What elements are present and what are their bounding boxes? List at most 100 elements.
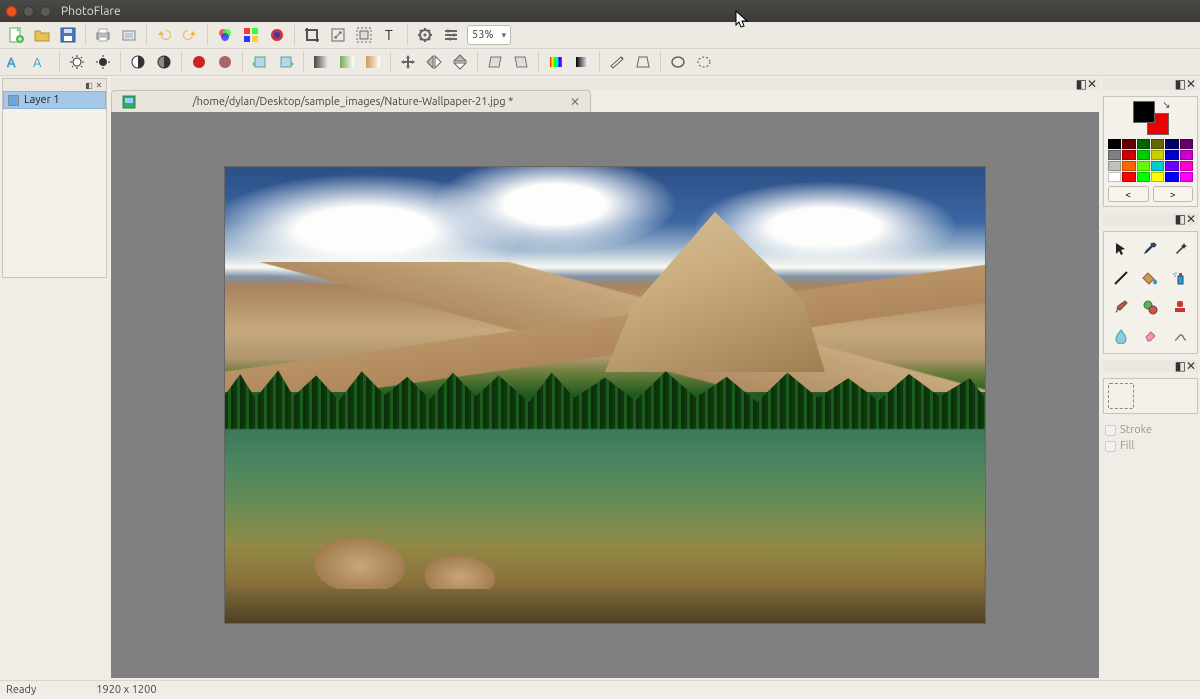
palette-prev-button[interactable]: < <box>1108 186 1149 202</box>
text-fill-button[interactable]: A <box>30 51 54 73</box>
save-file-button[interactable] <box>56 24 80 46</box>
wand-tool[interactable] <box>1167 236 1193 262</box>
stamp-tool[interactable] <box>1167 294 1193 320</box>
ellipse-dashed-button[interactable] <box>692 51 716 73</box>
palette-swatch[interactable] <box>1165 139 1178 149</box>
swap-colors-icon[interactable]: ↘ <box>1162 99 1170 111</box>
palette-swatch[interactable] <box>1165 172 1178 182</box>
blur-tool[interactable] <box>1108 323 1134 349</box>
palette-swatch[interactable] <box>1137 161 1150 171</box>
palette-swatch[interactable] <box>1137 139 1150 149</box>
palette-swatch[interactable] <box>1180 139 1193 149</box>
pointer-tool[interactable] <box>1108 236 1134 262</box>
saturation-up-button[interactable] <box>187 51 211 73</box>
palette-swatch[interactable] <box>1180 150 1193 160</box>
crop-button[interactable] <box>300 24 324 46</box>
zoom-level-combo[interactable]: 53% ▾ <box>467 25 511 45</box>
flip-h-button[interactable] <box>422 51 446 73</box>
window-maximize-button[interactable] <box>40 6 51 17</box>
palette-swatch[interactable] <box>1151 172 1164 182</box>
stroke-checkbox[interactable]: Stroke <box>1105 424 1196 436</box>
palette-swatch[interactable] <box>1165 150 1178 160</box>
perspective-button[interactable] <box>631 51 655 73</box>
palette-swatch[interactable] <box>1165 161 1178 171</box>
brightness-up-button[interactable] <box>65 51 89 73</box>
rotate-right-button[interactable] <box>274 51 298 73</box>
palette-swatch[interactable] <box>1122 150 1135 160</box>
selection-undock-icon[interactable]: ◧ <box>1175 359 1186 373</box>
deskew-button[interactable] <box>605 51 629 73</box>
grayscale-button[interactable] <box>570 51 594 73</box>
bucket-tool[interactable] <box>1137 265 1163 291</box>
skew-left-button[interactable] <box>483 51 507 73</box>
panel-close-icon[interactable]: ✕ <box>94 80 104 90</box>
text-outline-button[interactable]: A <box>4 51 28 73</box>
canvas-close-icon[interactable]: ✕ <box>1087 77 1097 91</box>
clone-tool[interactable] <box>1137 294 1163 320</box>
palette-swatch[interactable] <box>1122 172 1135 182</box>
gradient1-button[interactable] <box>309 51 333 73</box>
contrast-down-button[interactable] <box>152 51 176 73</box>
hue-button[interactable] <box>544 51 568 73</box>
layer-item[interactable]: Layer 1 <box>3 91 106 109</box>
rgb-channels-button[interactable] <box>213 24 237 46</box>
skew-right-button[interactable] <box>509 51 533 73</box>
flip-v-button[interactable] <box>448 51 472 73</box>
fill-checkbox[interactable]: Fill <box>1105 440 1196 452</box>
redo-button[interactable] <box>178 24 202 46</box>
eraser-tool[interactable] <box>1137 323 1163 349</box>
move-tool-button[interactable] <box>396 51 420 73</box>
brush-tool[interactable] <box>1108 294 1134 320</box>
brightness-down-button[interactable] <box>91 51 115 73</box>
window-close-button[interactable] <box>6 6 17 17</box>
palette-swatch[interactable] <box>1122 139 1135 149</box>
palette-swatch[interactable] <box>1108 139 1121 149</box>
new-file-button[interactable] <box>4 24 28 46</box>
canvas-viewport[interactable] <box>111 112 1099 678</box>
palette-swatch[interactable] <box>1137 150 1150 160</box>
palette-swatch[interactable] <box>1151 161 1164 171</box>
gradient3-button[interactable] <box>361 51 385 73</box>
palette-swatch[interactable] <box>1151 150 1164 160</box>
tools-close-icon[interactable]: ✕ <box>1186 212 1196 226</box>
window-minimize-button[interactable] <box>23 6 34 17</box>
scan-button[interactable] <box>117 24 141 46</box>
right-undock-icon[interactable]: ◧ <box>1175 77 1186 91</box>
line-tool[interactable] <box>1108 265 1134 291</box>
color-mode-button[interactable] <box>265 24 289 46</box>
canvas-size-button[interactable] <box>352 24 376 46</box>
right-close-icon[interactable]: ✕ <box>1186 77 1196 91</box>
foreground-color-swatch[interactable] <box>1133 101 1155 123</box>
palette-swatch[interactable] <box>1180 161 1193 171</box>
palette-swatch[interactable] <box>1151 139 1164 149</box>
palette-swatch[interactable] <box>1180 172 1193 182</box>
saturation-down-button[interactable] <box>213 51 237 73</box>
spray-tool[interactable] <box>1167 265 1193 291</box>
palette-next-button[interactable]: > <box>1153 186 1194 202</box>
document-tab[interactable]: /home/dylan/Desktop/sample_images/Nature… <box>111 90 591 112</box>
resize-button[interactable] <box>326 24 350 46</box>
rotate-left-button[interactable] <box>248 51 272 73</box>
rect-select-tool[interactable] <box>1108 383 1134 409</box>
print-button[interactable] <box>91 24 115 46</box>
selection-close-icon[interactable]: ✕ <box>1186 359 1196 373</box>
panel-undock-icon[interactable]: ◧ <box>84 80 94 90</box>
color-grid-button[interactable] <box>239 24 263 46</box>
text-tool-button[interactable]: T <box>378 24 402 46</box>
gradient2-button[interactable] <box>335 51 359 73</box>
palette-swatch[interactable] <box>1108 150 1121 160</box>
tools-undock-icon[interactable]: ◧ <box>1175 212 1186 226</box>
smudge-tool[interactable] <box>1167 323 1193 349</box>
eyedropper-tool[interactable] <box>1137 236 1163 262</box>
palette-swatch[interactable] <box>1108 172 1121 182</box>
palette-swatch[interactable] <box>1137 172 1150 182</box>
palette-swatch[interactable] <box>1122 161 1135 171</box>
preferences-button[interactable] <box>439 24 463 46</box>
undo-button[interactable] <box>152 24 176 46</box>
ellipse-solid-button[interactable] <box>666 51 690 73</box>
canvas-undock-icon[interactable]: ◧ <box>1076 77 1087 91</box>
settings-button[interactable] <box>413 24 437 46</box>
palette-swatch[interactable] <box>1108 161 1121 171</box>
tab-close-icon[interactable]: ✕ <box>570 95 580 109</box>
contrast-up-button[interactable] <box>126 51 150 73</box>
